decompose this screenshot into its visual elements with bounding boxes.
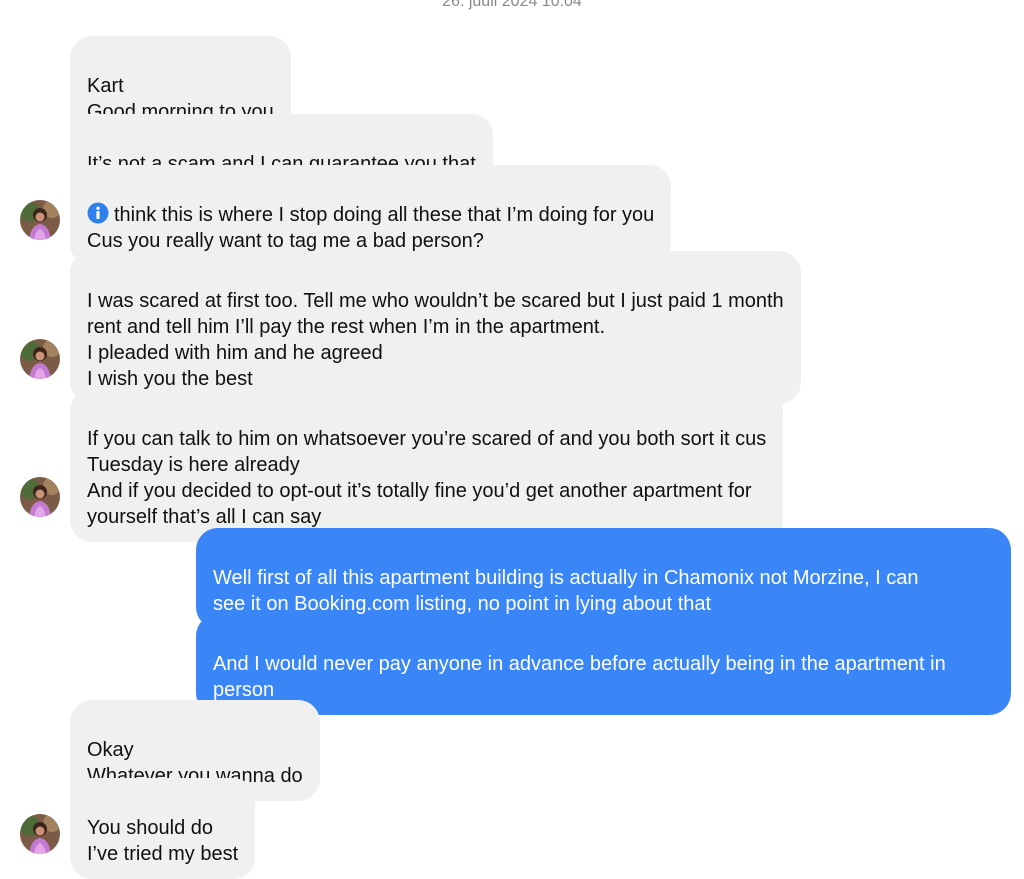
incoming-message-bubble[interactable]: I was scared at first too. Tell me who w… [70, 251, 801, 404]
message-text: And I would never pay anyone in advance … [213, 653, 946, 701]
message-text: Well first of all this apartment buildin… [213, 567, 919, 615]
outgoing-message-bubble[interactable]: And I would never pay anyone in advance … [196, 614, 1011, 715]
info-icon [87, 202, 109, 224]
message-text: You should do I’ve tried my best [87, 817, 239, 865]
incoming-message-bubble[interactable]: If you can talk to him on whatsoever you… [70, 389, 784, 542]
sender-avatar[interactable] [20, 339, 60, 379]
message-text: If you can talk to him on whatsoever you… [87, 428, 767, 528]
message-text: think this is where I stop doing all the… [87, 204, 655, 252]
sender-avatar[interactable] [20, 200, 60, 240]
sender-avatar[interactable] [20, 814, 60, 854]
message-text: I was scared at first too. Tell me who w… [87, 290, 784, 390]
incoming-message-bubble[interactable]: You should do I’ve tried my best [70, 778, 256, 879]
sender-avatar[interactable] [20, 477, 60, 517]
date-timestamp: 26. juuli 2024 10:04 [442, 0, 582, 10]
